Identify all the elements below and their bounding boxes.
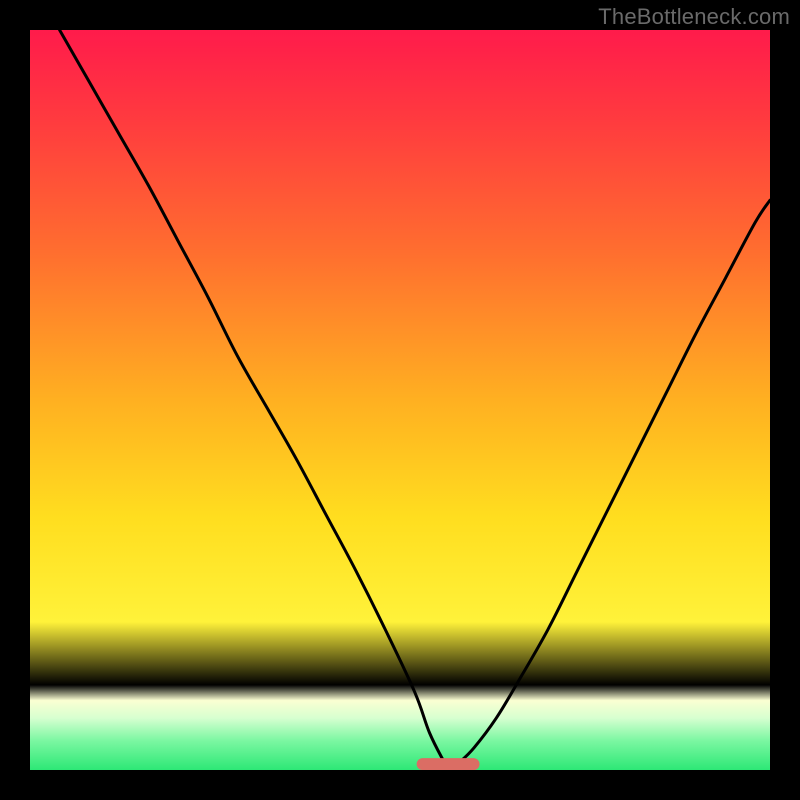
plot-area	[30, 30, 770, 770]
bottleneck-marker	[417, 758, 480, 770]
watermark-text: TheBottleneck.com	[598, 4, 790, 30]
chart-svg	[30, 30, 770, 770]
chart-frame: TheBottleneck.com	[0, 0, 800, 800]
